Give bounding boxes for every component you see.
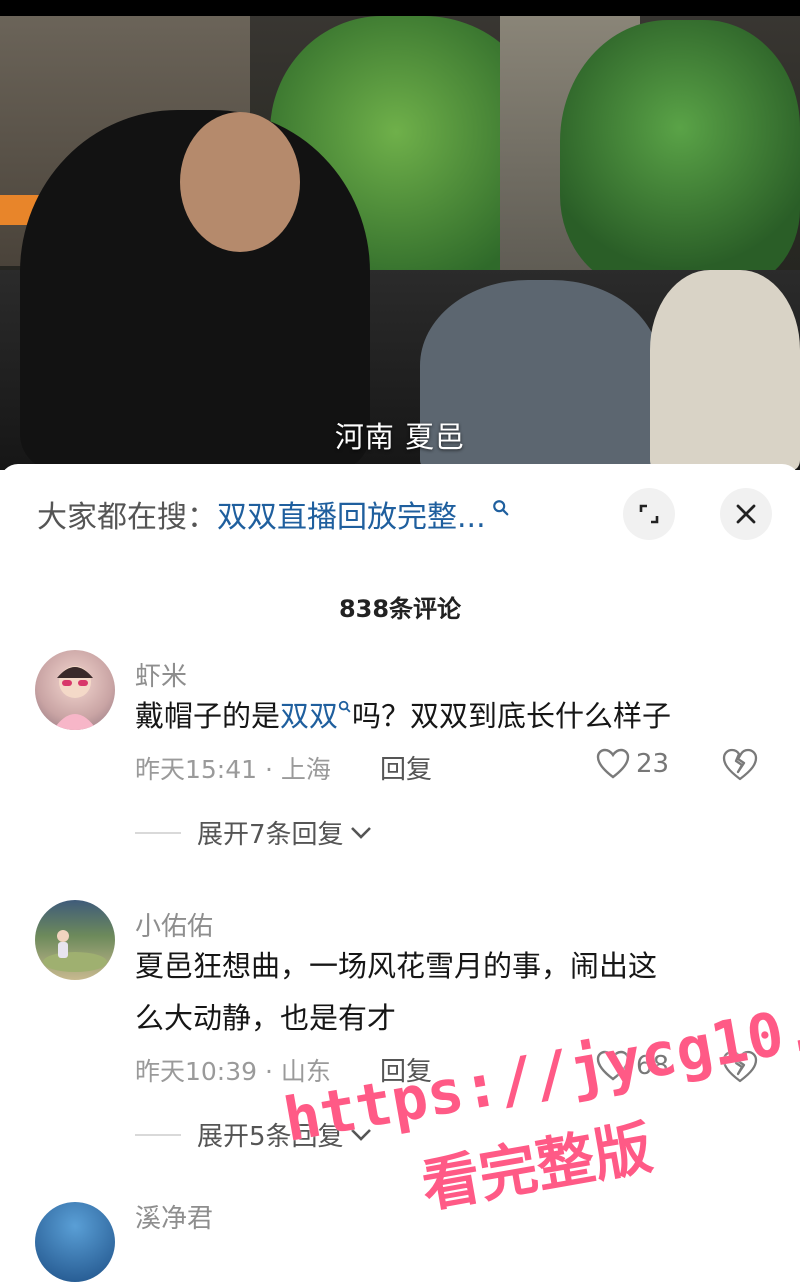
comment-author[interactable]: 虾米 <box>135 656 187 693</box>
tree-right <box>560 20 800 290</box>
person-head <box>180 112 300 252</box>
comment-count: 838条评论 <box>338 595 462 623</box>
avatar[interactable] <box>35 900 115 980</box>
video-player[interactable]: 河南 夏邑 <box>0 0 800 470</box>
reply-button[interactable]: 回复 <box>380 749 432 786</box>
close-button[interactable] <box>720 488 772 540</box>
avatar-child-icon <box>53 666 97 730</box>
close-icon <box>736 504 756 524</box>
avatar[interactable] <box>35 650 115 730</box>
like-count: 23 <box>636 749 670 779</box>
chevron-down-icon <box>350 826 371 839</box>
broken-heart-icon[interactable] <box>722 748 758 782</box>
expand-replies-label: 展开7条回复 <box>197 820 344 850</box>
trending-search[interactable]: 大家都在搜： 双双直播回放完整... <box>37 492 510 536</box>
comment-keyword-link[interactable]: 双双 <box>280 699 338 733</box>
comment-author[interactable]: 小佑佑 <box>135 906 213 943</box>
divider-line <box>135 1133 181 1136</box>
comment-meta: 昨天15:41 · 上海 <box>135 755 331 784</box>
avatar-child-icon <box>43 930 107 972</box>
comment-text-before: 戴帽子的是 <box>135 699 281 733</box>
comment-text: 戴帽子的是双双 吗？双双到底长什么样子 <box>135 690 765 742</box>
expand-icon <box>639 504 659 524</box>
expand-button[interactable] <box>623 488 675 540</box>
like-button[interactable]: 23 <box>596 748 669 780</box>
expand-replies-button[interactable]: 展开7条回复 <box>135 814 372 851</box>
comment-text-after: 吗？双双到底长什么样子 <box>352 699 672 733</box>
divider-line <box>135 831 181 834</box>
trending-search-keyword[interactable]: 双双直播回放完整... <box>217 492 486 536</box>
search-icon <box>492 500 508 516</box>
search-icon <box>338 700 351 713</box>
heart-icon <box>596 748 630 779</box>
comment-text-line-1: 夏邑狂想曲，一场风花雪月的事，闹出这 <box>135 949 658 983</box>
status-bar <box>0 0 800 16</box>
trending-search-label: 大家都在搜： <box>37 500 217 535</box>
location-caption: 河南 夏邑 <box>334 420 466 454</box>
avatar[interactable] <box>35 1202 115 1282</box>
